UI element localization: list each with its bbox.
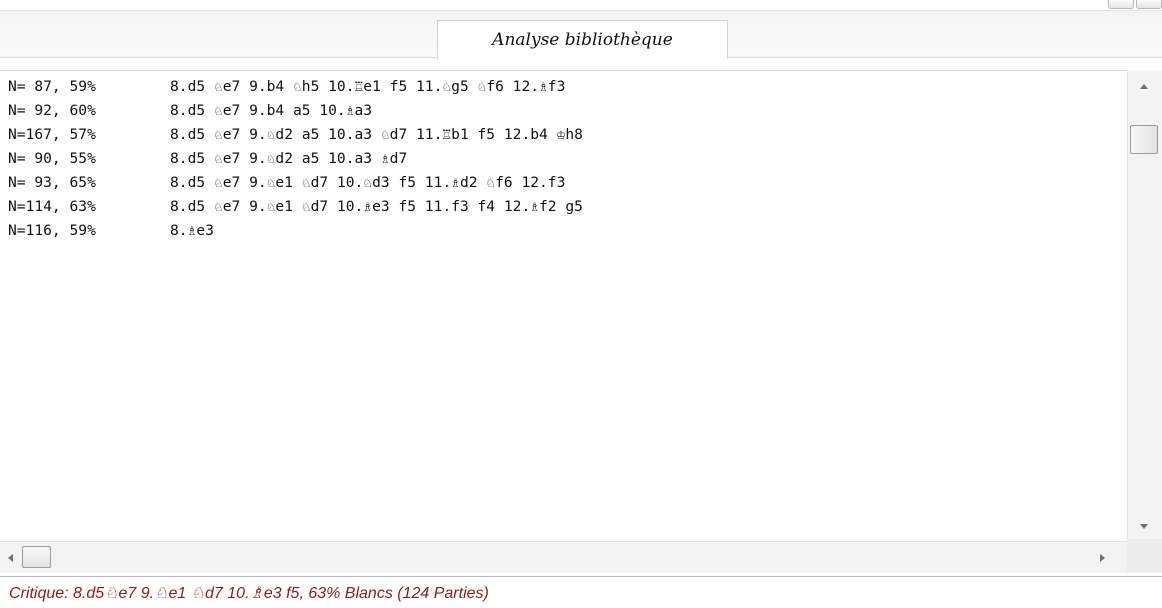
- line-moves: 8.d5 ♘e7 9.♘e1 ♘d7 10.♗e3 f5 11.f3 f4 12…: [170, 198, 583, 215]
- analysis-line[interactable]: N= 90, 55% 8.d5 ♘e7 9.♘d2 a5 10.a3 ♗d7: [8, 150, 1123, 174]
- line-stat: N=167, 57%: [8, 126, 96, 143]
- tab-book-analysis[interactable]: Analyse bibliothèque: [437, 20, 728, 59]
- close-button[interactable]: [1136, 0, 1162, 9]
- tab-bar: Analyse bibliothèque: [0, 10, 1162, 59]
- window-controls: [1108, 0, 1162, 10]
- analysis-text-area[interactable]: N= 87, 59% 8.d5 ♘e7 9.b4 ♘h5 10.♖e1 f5 11…: [0, 70, 1162, 556]
- vertical-scroll-thumb[interactable]: [1130, 125, 1158, 154]
- analysis-line[interactable]: N= 87, 59% 8.d5 ♘e7 9.b4 ♘h5 10.♖e1 f5 11…: [8, 78, 1123, 102]
- line-stat: N=114, 63%: [8, 198, 96, 215]
- line-moves: 8.d5 ♘e7 9.♘d2 a5 10.a3 ♗d7: [170, 150, 408, 167]
- analysis-line[interactable]: N= 92, 60% 8.d5 ♘e7 9.b4 a5 10.♗a3: [8, 102, 1123, 126]
- line-stat: N= 87, 59%: [8, 78, 96, 95]
- analysis-line[interactable]: N=116, 59% 8.♗e3: [8, 222, 1123, 246]
- minimize-button[interactable]: [1108, 0, 1134, 9]
- horizontal-scroll-thumb[interactable]: [22, 546, 51, 568]
- horizontal-scrollbar[interactable]: [0, 541, 1127, 573]
- line-moves: 8.d5 ♘e7 9.♘d2 a5 10.a3 ♘d7 11.♖b1 f5 12…: [170, 126, 583, 143]
- vertical-scrollbar[interactable]: [1127, 70, 1162, 539]
- analysis-line[interactable]: N= 93, 65% 8.d5 ♘e7 9.♘e1 ♘d7 10.♘d3 f5 1…: [8, 174, 1123, 198]
- analysis-lines: N= 87, 59% 8.d5 ♘e7 9.b4 ♘h5 10.♖e1 f5 11…: [8, 78, 1123, 246]
- analysis-line[interactable]: N=114, 63% 8.d5 ♘e7 9.♘e1 ♘d7 10.♗e3 f5 1…: [8, 198, 1123, 222]
- line-stat: N=116, 59%: [8, 222, 96, 239]
- line-stat: N= 90, 55%: [8, 150, 96, 167]
- book-analysis-window: Analyse bibliothèque N= 87, 59% 8.d5 ♘e7 …: [0, 0, 1162, 608]
- line-moves: 8.d5 ♘e7 9.b4 ♘h5 10.♖e1 f5 11.♘g5 ♘f6 1…: [170, 78, 566, 95]
- line-stat: N= 93, 65%: [8, 174, 96, 191]
- line-stat: N= 92, 60%: [8, 102, 96, 119]
- line-moves: 8.d5 ♘e7 9.b4 a5 10.♗a3: [170, 102, 373, 119]
- arrow-up-icon[interactable]: [1140, 84, 1148, 89]
- arrow-left-icon[interactable]: [8, 554, 13, 562]
- line-moves: 8.d5 ♘e7 9.♘e1 ♘d7 10.♘d3 f5 11.♗d2 ♘f6 …: [170, 174, 566, 191]
- arrow-down-icon[interactable]: [1140, 524, 1148, 529]
- title-strip: [0, 0, 1162, 10]
- analysis-line[interactable]: N=167, 57% 8.d5 ♘e7 9.♘d2 a5 10.a3 ♘d7 11…: [8, 126, 1123, 150]
- status-bar: Critique: 8.d5♘e7 9.♘e1 ♘d7 10.♗e3 f5, 6…: [0, 576, 1162, 608]
- line-moves: 8.♗e3: [170, 222, 214, 239]
- arrow-right-icon[interactable]: [1100, 554, 1105, 562]
- scrollbar-corner: [1127, 539, 1162, 573]
